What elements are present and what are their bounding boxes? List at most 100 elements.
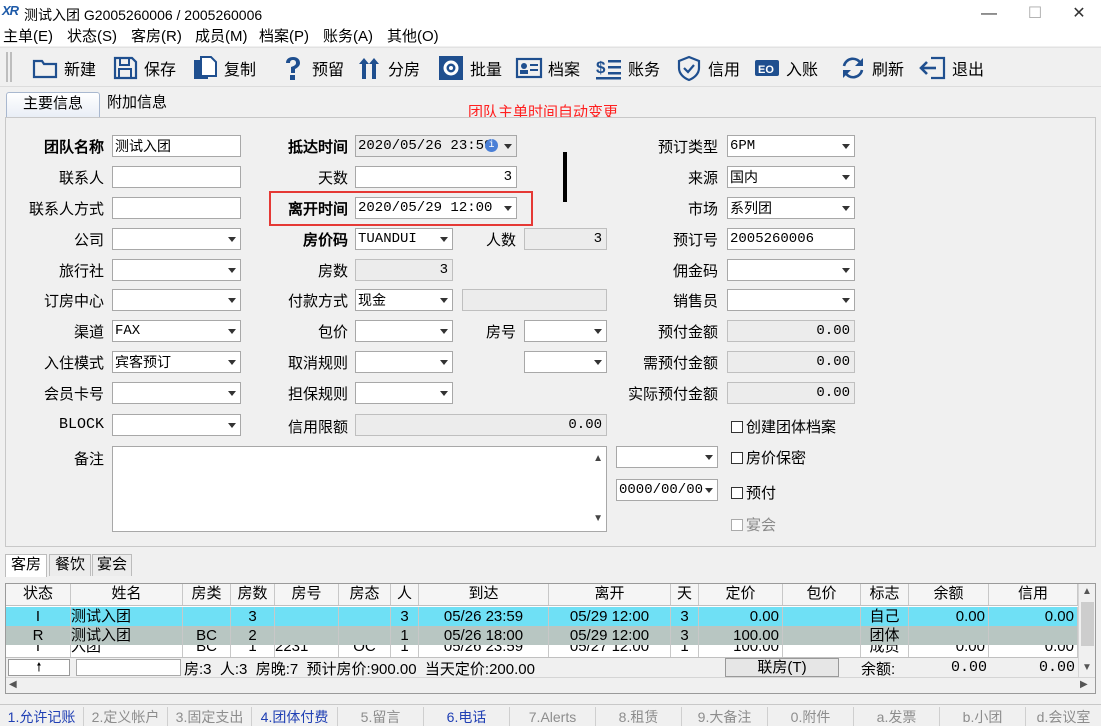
- cancel-extra-select[interactable]: [524, 351, 607, 373]
- company-select[interactable]: [112, 228, 241, 250]
- col-flag[interactable]: 标志: [861, 584, 909, 605]
- group-name-field[interactable]: 测试入团: [112, 135, 241, 157]
- link-room-button[interactable]: 联房(T): [725, 658, 839, 677]
- fkey-alerts[interactable]: 7.Alerts: [510, 707, 596, 726]
- tab-dining[interactable]: 餐饮: [49, 554, 91, 576]
- toolbar-grip[interactable]: [6, 52, 12, 82]
- menu-room[interactable]: 客房(R): [131, 25, 182, 46]
- col-package[interactable]: 包价: [783, 584, 861, 605]
- tab-extra-info[interactable]: 附加信息: [100, 92, 174, 116]
- scroll-thumb[interactable]: [1081, 602, 1094, 646]
- fkey-invoice[interactable]: a.发票: [854, 707, 940, 726]
- grid-horizontal-scrollbar[interactable]: ◀ ▶: [6, 677, 1095, 693]
- member-card-select[interactable]: [112, 382, 241, 404]
- remark-type-select[interactable]: [616, 446, 718, 468]
- table-row[interactable]: R 测试入团 BC 2 1 05/26 18:00 05/29 12:00 3 …: [6, 626, 1078, 645]
- fkey-attachment[interactable]: 0.附件: [768, 707, 854, 726]
- prepaid-checkbox[interactable]: 预付: [731, 482, 776, 503]
- col-days[interactable]: 天: [671, 584, 699, 605]
- create-group-profile-checkbox[interactable]: 创建团体档案: [731, 416, 836, 437]
- new-button[interactable]: 新建: [30, 51, 96, 85]
- save-button[interactable]: 保存: [110, 51, 176, 85]
- source-select[interactable]: 国内: [727, 166, 855, 188]
- contact-field[interactable]: [112, 166, 241, 188]
- col-balance[interactable]: 余额: [909, 584, 989, 605]
- booking-center-select[interactable]: [112, 289, 241, 311]
- col-room-status[interactable]: 房态: [339, 584, 391, 605]
- fkey-message[interactable]: 5.留言: [338, 707, 424, 726]
- commission-code-select[interactable]: [727, 259, 855, 281]
- arrival-datetime[interactable]: 2020/05/26 23:59 i: [355, 135, 517, 157]
- checkin-mode-select[interactable]: 宾客预订: [112, 351, 241, 373]
- summary-filter-field[interactable]: [76, 659, 181, 676]
- batch-button[interactable]: 批量: [436, 51, 502, 85]
- col-arrival[interactable]: 到达: [419, 584, 549, 605]
- package-select[interactable]: [355, 320, 453, 342]
- scroll-right-icon[interactable]: ▶: [1080, 679, 1088, 690]
- reserve-button[interactable]: 预留: [278, 51, 344, 85]
- refresh-button[interactable]: 刷新: [838, 51, 904, 85]
- exit-button[interactable]: 退出: [918, 51, 984, 85]
- scroll-left-icon[interactable]: ◀: [9, 679, 17, 690]
- channel-select[interactable]: FAX: [112, 320, 241, 342]
- menu-member[interactable]: 成员(M): [195, 25, 248, 46]
- menu-main[interactable]: 主单(E): [3, 25, 53, 46]
- rate-confidential-checkbox[interactable]: 房价保密: [731, 447, 806, 468]
- table-row[interactable]: I 入团 BC 1 2231 OC 1 05/26 23:59 05/27 12…: [6, 645, 1078, 657]
- col-name[interactable]: 姓名: [71, 584, 183, 605]
- fkey-define-account[interactable]: 2.定义帐户: [84, 707, 168, 726]
- col-room-type[interactable]: 房类: [183, 584, 231, 605]
- info-icon[interactable]: i: [485, 139, 498, 152]
- fkey-big-remark[interactable]: 9.大备注: [682, 707, 768, 726]
- fkey-phone[interactable]: 6.电话: [424, 707, 510, 726]
- contact-method-field[interactable]: [112, 197, 241, 219]
- market-select[interactable]: 系列团: [727, 197, 855, 219]
- assign-room-button[interactable]: 分房: [354, 51, 420, 85]
- sort-arrow-icon[interactable]: 🠕: [8, 659, 70, 676]
- col-room-count[interactable]: 房数: [231, 584, 275, 605]
- scroll-down-icon[interactable]: ▼: [593, 509, 603, 529]
- remark-textarea[interactable]: ▲ ▼: [112, 446, 607, 532]
- booking-type-select[interactable]: 6PM: [727, 135, 855, 157]
- tab-main-info[interactable]: 主要信息: [6, 92, 100, 117]
- credit-button[interactable]: 信用: [674, 51, 740, 85]
- booking-no-field[interactable]: 2005260006: [727, 228, 855, 250]
- menu-profile[interactable]: 档案(P): [259, 25, 309, 46]
- copy-button[interactable]: 复制: [190, 51, 256, 85]
- col-status[interactable]: 状态: [6, 584, 71, 605]
- salesperson-select[interactable]: [727, 289, 855, 311]
- cancel-rule-select[interactable]: [355, 351, 453, 373]
- tab-rooms[interactable]: 客房: [5, 554, 47, 577]
- fkey-subgroup[interactable]: b.小团: [940, 707, 1026, 726]
- fkey-group-payment[interactable]: 4.团体付费: [252, 707, 338, 726]
- accounts-button[interactable]: $ 账务: [594, 51, 660, 85]
- travel-agency-select[interactable]: [112, 259, 241, 281]
- tab-banquet[interactable]: 宴会: [92, 554, 132, 576]
- fkey-rental[interactable]: 8.租赁: [596, 707, 682, 726]
- departure-datetime[interactable]: 2020/05/29 12:00: [355, 197, 517, 219]
- payment-select[interactable]: 现金: [355, 289, 453, 311]
- col-departure[interactable]: 离开: [549, 584, 671, 605]
- scroll-down-icon[interactable]: ▼: [1082, 662, 1092, 673]
- table-row[interactable]: I 测试入团 3 3 05/26 23:59 05/29 12:00 3 0.0…: [6, 607, 1078, 626]
- col-credit[interactable]: 信用: [989, 584, 1078, 605]
- grid-vertical-scrollbar[interactable]: ▲ ▼: [1078, 584, 1095, 678]
- extra-date-field[interactable]: 0000/00/00: [616, 479, 718, 501]
- menu-other[interactable]: 其他(O): [387, 25, 439, 46]
- fkey-fixed-charges[interactable]: 3.固定支出: [168, 707, 252, 726]
- days-field[interactable]: 3: [355, 166, 517, 188]
- scroll-up-icon[interactable]: ▲: [593, 449, 603, 469]
- col-rate[interactable]: 定价: [699, 584, 783, 605]
- room-no-select[interactable]: [524, 320, 607, 342]
- scroll-up-icon[interactable]: ▲: [1082, 586, 1092, 597]
- fkey-allow-posting[interactable]: 1.允许记账: [0, 707, 84, 726]
- col-persons[interactable]: 人: [391, 584, 419, 605]
- menu-accounts[interactable]: 账务(A): [323, 25, 373, 46]
- post-entry-button[interactable]: EO 入账: [752, 51, 818, 85]
- fkey-meeting-room[interactable]: d.会议室: [1026, 707, 1101, 726]
- block-select[interactable]: [112, 414, 241, 436]
- rate-code-select[interactable]: TUANDUI: [355, 228, 453, 250]
- guarantee-rule-select[interactable]: [355, 382, 453, 404]
- menu-status[interactable]: 状态(S): [67, 25, 117, 46]
- col-room-no[interactable]: 房号: [275, 584, 339, 605]
